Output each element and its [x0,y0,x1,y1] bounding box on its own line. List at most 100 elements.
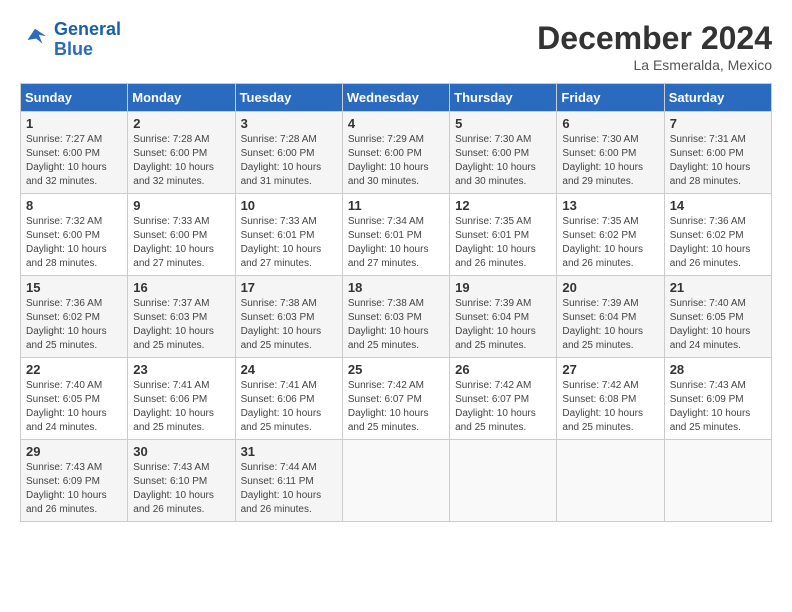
column-header-friday: Friday [557,84,664,112]
calendar-cell: 26Sunrise: 7:42 AMSunset: 6:07 PMDayligh… [450,358,557,440]
calendar-cell: 8 Sunrise: 7:32 AMSunset: 6:00 PMDaylight… [21,194,128,276]
day-number: 1 [26,116,122,131]
day-number: 31 [241,444,337,459]
day-info: Sunrise: 7:42 AMSunset: 6:07 PMDaylight:… [348,379,444,435]
calendar-week-row: 1Sunrise: 7:27 AMSunset: 6:00 PMDaylight… [21,112,772,194]
calendar-cell [450,440,557,522]
day-number: 20 [562,280,658,295]
day-info: Sunrise: 7:34 AMSunset: 6:01 PMDaylight:… [348,215,444,271]
column-header-monday: Monday [128,84,235,112]
column-header-tuesday: Tuesday [235,84,342,112]
day-number: 14 [670,198,766,213]
day-number: 21 [670,280,766,295]
calendar-cell: 29 Sunrise: 7:43 AMSunset: 6:09 PMDayligh… [21,440,128,522]
calendar-body: 1Sunrise: 7:27 AMSunset: 6:00 PMDaylight… [21,112,772,522]
calendar-cell [342,440,449,522]
calendar-cell: 6 Sunrise: 7:30 AMSunset: 6:00 PMDaylight… [557,112,664,194]
day-info: Sunrise: 7:28 AMSunset: 6:00 PMDaylight:… [133,133,229,189]
calendar-cell: 20 Sunrise: 7:39 AMSunset: 6:04 PMDayligh… [557,276,664,358]
day-info: Sunrise: 7:28 AMSunset: 6:00 PMDaylight:… [241,133,337,189]
calendar-cell: 31 Sunrise: 7:44 AMSunset: 6:11 PMDayligh… [235,440,342,522]
calendar-cell: 28Sunrise: 7:43 AMSunset: 6:09 PMDayligh… [664,358,771,440]
calendar-cell: 12 Sunrise: 7:35 AMSunset: 6:01 PMDayligh… [450,194,557,276]
day-number: 22 [26,362,122,377]
day-number: 25 [348,362,444,377]
day-info: Sunrise: 7:29 AMSunset: 6:00 PMDaylight:… [348,133,444,189]
logo-icon [20,25,50,55]
column-header-saturday: Saturday [664,84,771,112]
logo-text: General Blue [54,20,121,60]
day-info: Sunrise: 7:37 AMSunset: 6:03 PMDaylight:… [133,297,229,353]
day-number: 29 [26,444,122,459]
day-number: 2 [133,116,229,131]
day-info: Sunrise: 7:30 AMSunset: 6:00 PMDaylight:… [562,133,658,189]
day-info: Sunrise: 7:38 AMSunset: 6:03 PMDaylight:… [348,297,444,353]
day-number: 17 [241,280,337,295]
calendar-week-row: 8 Sunrise: 7:32 AMSunset: 6:00 PMDaylight… [21,194,772,276]
calendar-cell: 3 Sunrise: 7:28 AMSunset: 6:00 PMDaylight… [235,112,342,194]
day-number: 6 [562,116,658,131]
column-header-wednesday: Wednesday [342,84,449,112]
day-info: Sunrise: 7:38 AMSunset: 6:03 PMDaylight:… [241,297,337,353]
calendar-cell [557,440,664,522]
month-title: December 2024 [537,20,772,57]
calendar-header-row: SundayMondayTuesdayWednesdayThursdayFrid… [21,84,772,112]
calendar-week-row: 29 Sunrise: 7:43 AMSunset: 6:09 PMDayligh… [21,440,772,522]
calendar-cell: 17 Sunrise: 7:38 AMSunset: 6:03 PMDayligh… [235,276,342,358]
day-number: 19 [455,280,551,295]
page-header: General Blue December 2024 La Esmeralda,… [20,20,772,73]
day-number: 12 [455,198,551,213]
day-info: Sunrise: 7:43 AMSunset: 6:09 PMDaylight:… [26,461,122,517]
day-info: Sunrise: 7:33 AMSunset: 6:00 PMDaylight:… [133,215,229,271]
day-info: Sunrise: 7:36 AMSunset: 6:02 PMDaylight:… [26,297,122,353]
day-number: 10 [241,198,337,213]
day-info: Sunrise: 7:41 AMSunset: 6:06 PMDaylight:… [241,379,337,435]
day-info: Sunrise: 7:35 AMSunset: 6:01 PMDaylight:… [455,215,551,271]
day-info: Sunrise: 7:36 AMSunset: 6:02 PMDaylight:… [670,215,766,271]
column-header-sunday: Sunday [21,84,128,112]
day-info: Sunrise: 7:35 AMSunset: 6:02 PMDaylight:… [562,215,658,271]
day-info: Sunrise: 7:42 AMSunset: 6:08 PMDaylight:… [562,379,658,435]
day-info: Sunrise: 7:44 AMSunset: 6:11 PMDaylight:… [241,461,337,517]
calendar-cell: 27Sunrise: 7:42 AMSunset: 6:08 PMDayligh… [557,358,664,440]
day-info: Sunrise: 7:40 AMSunset: 6:05 PMDaylight:… [670,297,766,353]
calendar-cell: 13Sunrise: 7:35 AMSunset: 6:02 PMDayligh… [557,194,664,276]
day-number: 26 [455,362,551,377]
day-info: Sunrise: 7:33 AMSunset: 6:01 PMDaylight:… [241,215,337,271]
calendar-cell: 18Sunrise: 7:38 AMSunset: 6:03 PMDayligh… [342,276,449,358]
calendar-cell: 22 Sunrise: 7:40 AMSunset: 6:05 PMDayligh… [21,358,128,440]
calendar-week-row: 15 Sunrise: 7:36 AMSunset: 6:02 PMDayligh… [21,276,772,358]
calendar-cell: 25 Sunrise: 7:42 AMSunset: 6:07 PMDayligh… [342,358,449,440]
day-info: Sunrise: 7:43 AMSunset: 6:09 PMDaylight:… [670,379,766,435]
calendar-cell: 14 Sunrise: 7:36 AMSunset: 6:02 PMDayligh… [664,194,771,276]
day-number: 23 [133,362,229,377]
day-number: 4 [348,116,444,131]
day-number: 24 [241,362,337,377]
day-number: 9 [133,198,229,213]
day-info: Sunrise: 7:30 AMSunset: 6:00 PMDaylight:… [455,133,551,189]
calendar-cell: 5Sunrise: 7:30 AMSunset: 6:00 PMDaylight… [450,112,557,194]
calendar-cell: 23 Sunrise: 7:41 AMSunset: 6:06 PMDayligh… [128,358,235,440]
calendar-cell: 24 Sunrise: 7:41 AMSunset: 6:06 PMDayligh… [235,358,342,440]
calendar-cell: 2 Sunrise: 7:28 AMSunset: 6:00 PMDaylight… [128,112,235,194]
day-info: Sunrise: 7:41 AMSunset: 6:06 PMDaylight:… [133,379,229,435]
day-number: 16 [133,280,229,295]
calendar-cell: 15 Sunrise: 7:36 AMSunset: 6:02 PMDayligh… [21,276,128,358]
calendar-cell: 19Sunrise: 7:39 AMSunset: 6:04 PMDayligh… [450,276,557,358]
calendar-cell: 9 Sunrise: 7:33 AMSunset: 6:00 PMDaylight… [128,194,235,276]
calendar-week-row: 22 Sunrise: 7:40 AMSunset: 6:05 PMDayligh… [21,358,772,440]
day-info: Sunrise: 7:32 AMSunset: 6:00 PMDaylight:… [26,215,122,271]
day-number: 3 [241,116,337,131]
day-number: 15 [26,280,122,295]
column-header-thursday: Thursday [450,84,557,112]
calendar-cell: 7Sunrise: 7:31 AMSunset: 6:00 PMDaylight… [664,112,771,194]
day-info: Sunrise: 7:43 AMSunset: 6:10 PMDaylight:… [133,461,229,517]
day-number: 8 [26,198,122,213]
day-number: 7 [670,116,766,131]
calendar-cell: 21 Sunrise: 7:40 AMSunset: 6:05 PMDayligh… [664,276,771,358]
logo: General Blue [20,20,121,60]
calendar-cell: 4 Sunrise: 7:29 AMSunset: 6:00 PMDaylight… [342,112,449,194]
day-info: Sunrise: 7:40 AMSunset: 6:05 PMDaylight:… [26,379,122,435]
day-info: Sunrise: 7:39 AMSunset: 6:04 PMDaylight:… [562,297,658,353]
calendar-cell: 1Sunrise: 7:27 AMSunset: 6:00 PMDaylight… [21,112,128,194]
